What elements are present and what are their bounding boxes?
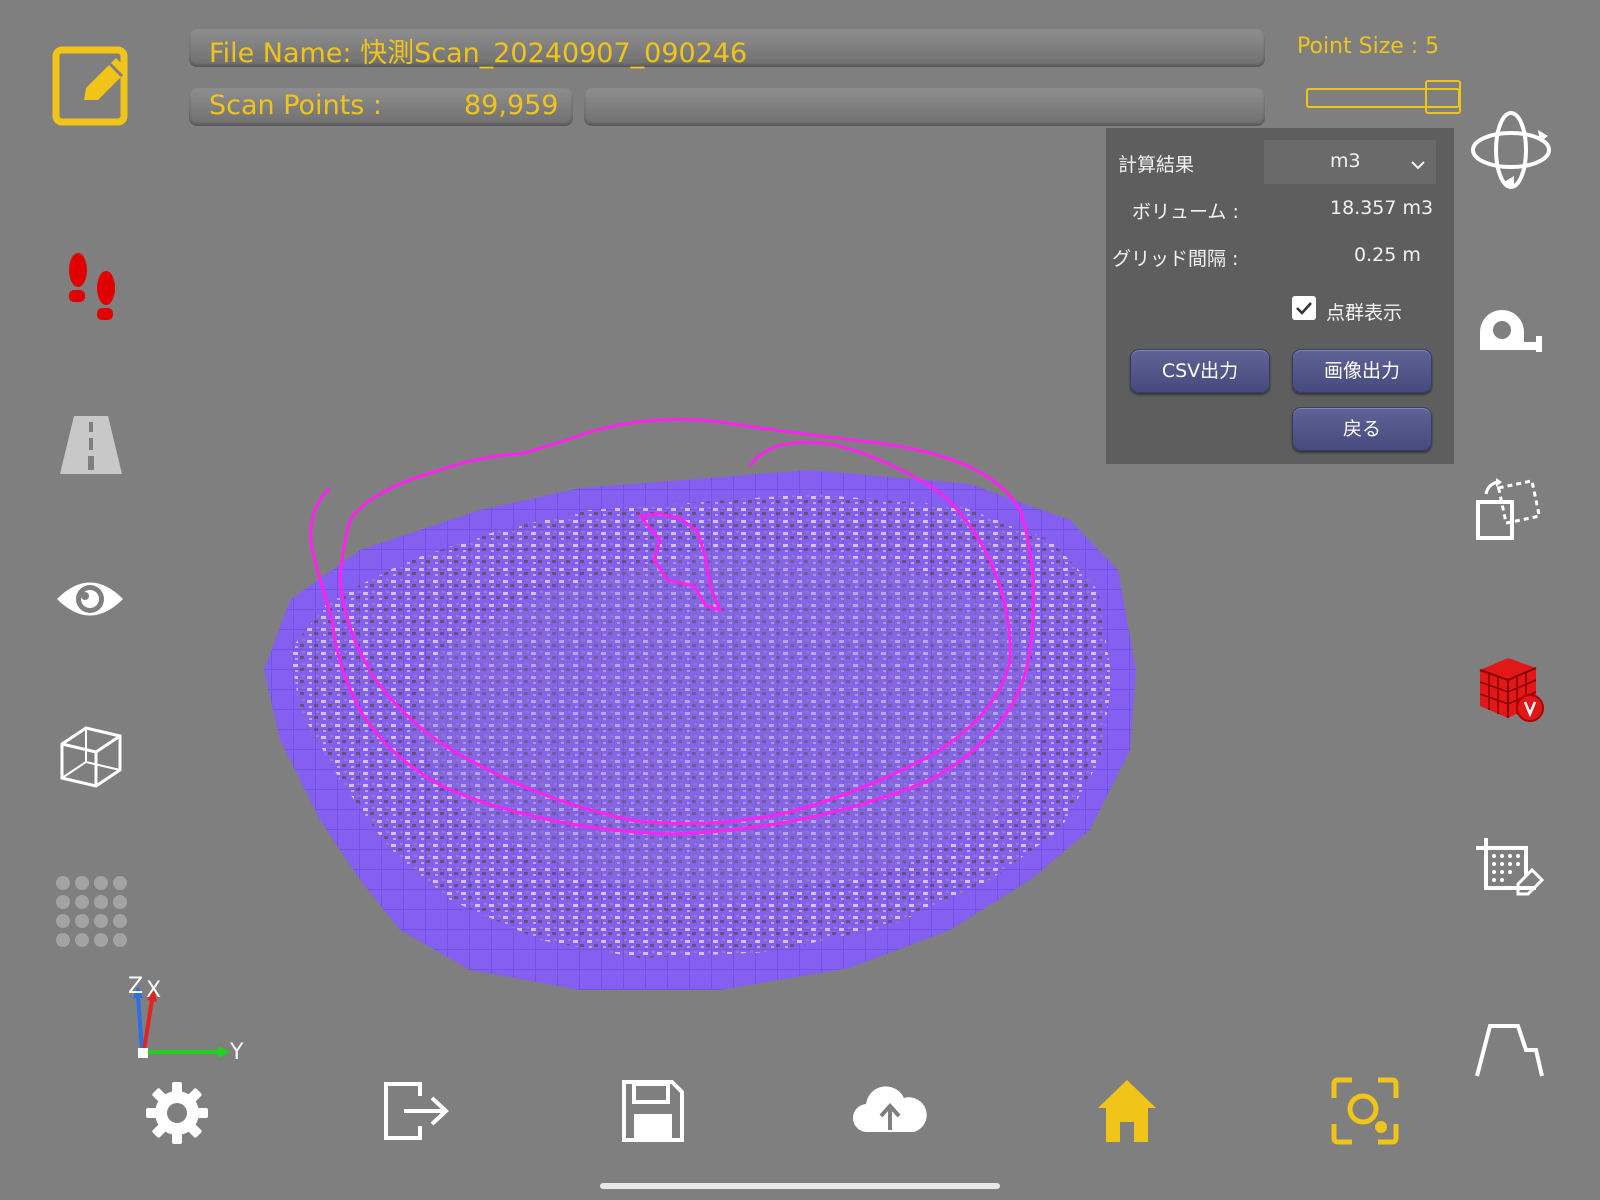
transform-icon[interactable] [1474,476,1546,552]
axis-x-label: X [146,978,162,1003]
footsteps-icon[interactable] [60,250,124,334]
cloud-upload-icon[interactable] [852,1082,928,1142]
axis-y-label: Y [230,1040,244,1065]
road-icon[interactable] [56,412,126,482]
home-indicator[interactable] [600,1183,1000,1189]
status-bar [584,88,1265,126]
point-size-slider[interactable] [1306,80,1468,114]
voxel-volume [264,470,1136,990]
unit-select[interactable]: m3 [1264,140,1436,184]
area-select-icon[interactable] [1474,836,1548,906]
rotate-3d-icon[interactable] [1468,108,1554,196]
point-cloud-viewport[interactable] [250,410,1170,1020]
scan-points-value: 89,959 [464,90,559,121]
result-title: 計算結果 [1118,154,1195,176]
settings-icon[interactable] [144,1080,210,1150]
scan-camera-icon[interactable] [1330,1076,1400,1150]
point-size-label: Point Size : 5 [1297,34,1440,59]
scan-points-label: Scan Points : [209,90,383,121]
point-cloud-checkbox[interactable] [1292,296,1316,320]
image-export-button[interactable]: 画像出力 [1292,349,1432,393]
tape-measure-icon[interactable] [1476,306,1546,364]
file-name-text: File Name: 快測Scan_20240907_090246 [209,38,748,69]
dots-grid-icon[interactable] [54,874,128,952]
csv-export-button[interactable]: CSV出力 [1130,349,1270,393]
grid-value: 0.25 m [1354,244,1421,266]
volume-label: ボリューム : [1132,201,1239,223]
save-icon[interactable] [620,1078,686,1148]
unit-select-value: m3 [1330,150,1361,172]
result-panel: 計算結果 m3 ボリューム : 18.357 m3 グリッド間隔 : 0.25 … [1106,128,1454,464]
axis-z-label: Z [128,974,144,999]
point-cloud-checkbox-label: 点群表示 [1326,302,1403,324]
chevron-down-icon [1410,154,1426,176]
profile-icon[interactable] [1474,1022,1546,1082]
grid-label: グリッド間隔 : [1112,248,1239,270]
back-button[interactable]: 戻る [1292,407,1432,451]
slider-thumb[interactable] [1425,80,1461,114]
edit-icon[interactable] [50,44,136,134]
home-icon[interactable] [1096,1078,1158,1148]
volume-cubes-icon[interactable] [1474,652,1548,730]
volume-value: 18.357 m3 [1330,197,1434,219]
checkmark-icon [1296,302,1312,315]
cube-wireframe-icon[interactable] [56,720,126,794]
eye-icon[interactable] [54,572,126,630]
axis-gizmo: Z X Y [124,966,254,1066]
exit-icon[interactable] [382,1078,452,1148]
